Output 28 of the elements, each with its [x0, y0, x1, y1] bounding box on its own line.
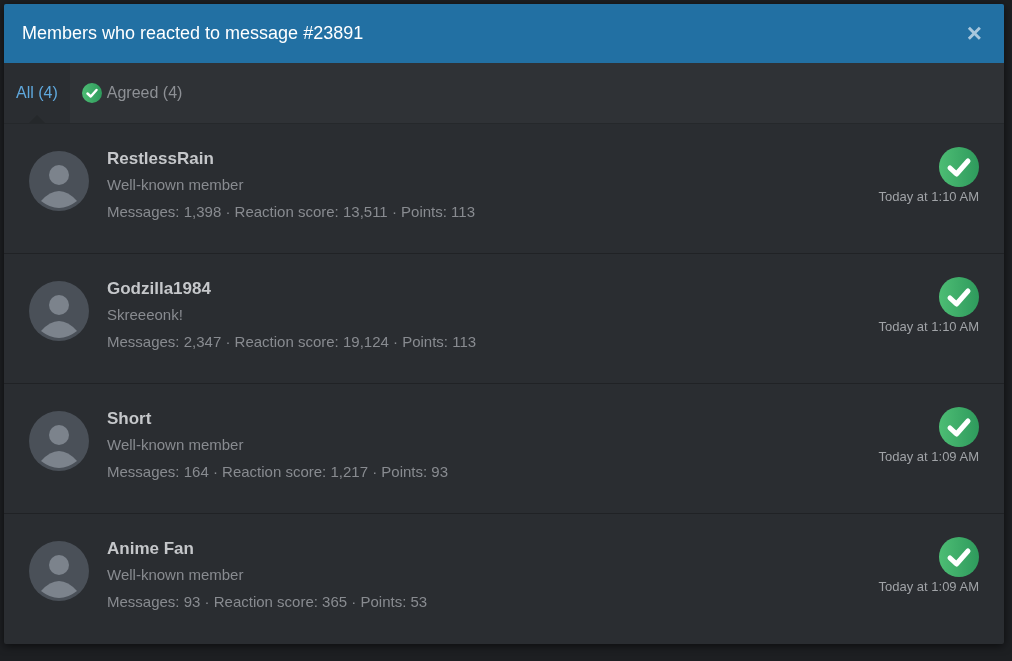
dialog-title: Members who reacted to message #23891 — [22, 23, 364, 44]
check-icon — [81, 83, 102, 103]
member-title: Skreeeonk! — [107, 305, 184, 325]
check-icon — [939, 147, 979, 187]
reaction-time: Today at 1:10 AM — [878, 189, 979, 204]
member-stats: Messages: 1,398 · Reaction score: 13,511 · Points: 113 — [107, 202, 476, 222]
check-icon — [939, 407, 979, 447]
member-title: Well-known member — [107, 435, 245, 455]
member-name[interactable]: RestlessRain — [107, 147, 879, 171]
member-title: Well-known member — [107, 175, 245, 195]
check-icon — [939, 537, 979, 577]
reaction-time: Today at 1:09 AM — [878, 449, 979, 464]
member-name[interactable]: Short — [107, 407, 879, 431]
member-name[interactable]: Godzilla1984 — [107, 277, 879, 301]
reaction-time: Today at 1:10 AM — [878, 319, 979, 334]
avatar-silhouette[interactable] — [29, 411, 89, 471]
member-stats: Messages: 164 · Reaction score: 1,217 · Points: 93 — [107, 462, 449, 482]
reaction-tab[interactable]: All (4) — [4, 63, 70, 123]
member-stats: Messages: 2,347 · Reaction score: 19,124 · Points: 113 — [107, 332, 478, 352]
reaction-time: Today at 1:09 AM — [878, 579, 979, 594]
reaction-tab[interactable]: Agreed (4) — [69, 63, 195, 123]
member-title: Well-known member — [107, 565, 245, 585]
member-stats: Messages: 93 · Reaction score: 365 · Points: 53 — [107, 592, 429, 612]
check-icon — [939, 277, 979, 317]
avatar-silhouette[interactable] — [29, 151, 89, 211]
member-name[interactable]: Anime Fan — [107, 537, 879, 561]
avatar-silhouette[interactable] — [29, 281, 89, 341]
avatar-silhouette[interactable] — [29, 541, 89, 601]
